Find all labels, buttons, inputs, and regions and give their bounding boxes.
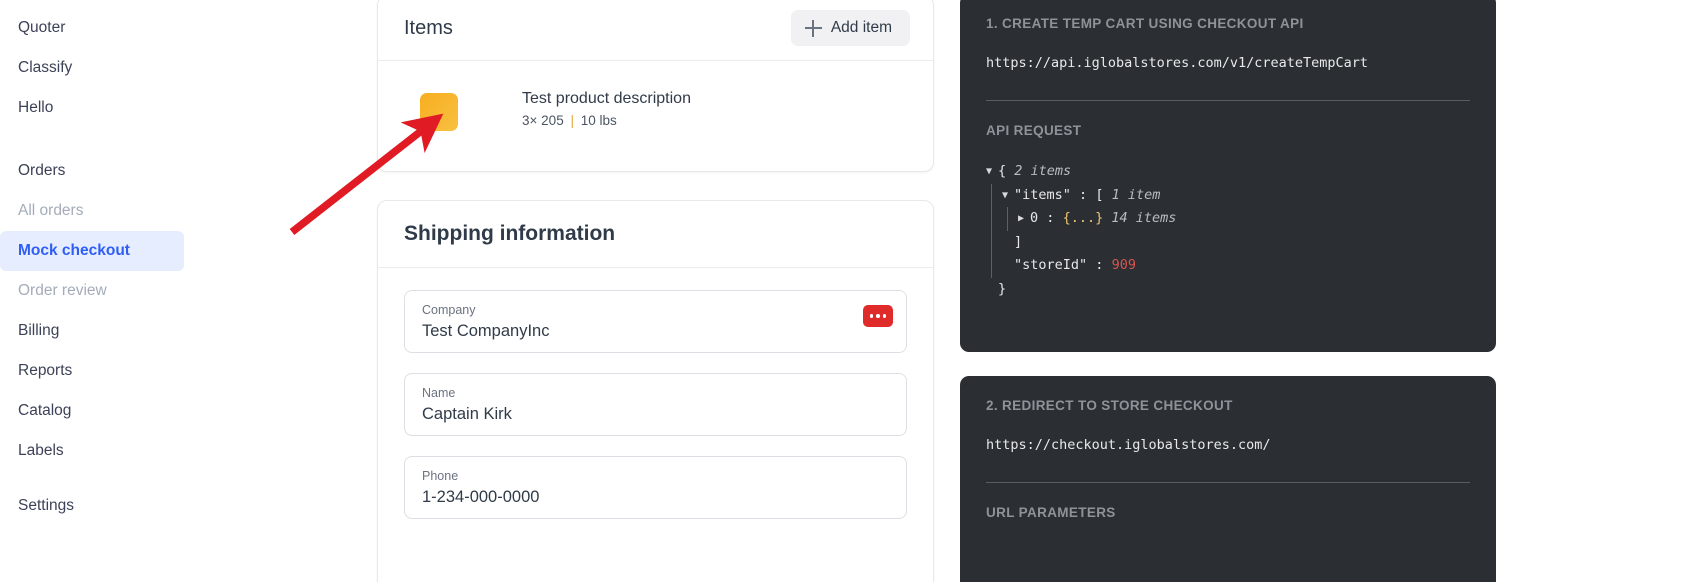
dot-icon — [869, 314, 874, 318]
json-children: ▼ "items" : [ 1 item ▶ 0: {...} 14 item… — [991, 183, 1470, 278]
plus-icon — [804, 19, 822, 37]
item-weight: 10 lbs — [580, 113, 617, 128]
json-tree-viewer: ▼ { 2 items ▼ "items" : [ 1 item ▶ 0: {… — [986, 160, 1470, 301]
api-request-subheading: API REQUEST — [986, 123, 1082, 138]
company-field[interactable]: Company Test CompanyInc — [404, 290, 907, 353]
sidebar-item-label: Mock checkout — [18, 242, 130, 259]
divider — [986, 482, 1470, 483]
name-field-label: Name — [422, 386, 456, 400]
item-text-block: Test product description 3× 205 | 10 lbs — [522, 89, 691, 128]
sidebar-item-quoter[interactable]: Quoter — [0, 8, 184, 48]
url-parameters-subheading: URL PARAMETERS — [986, 505, 1116, 520]
sidebar-item-label: Settings — [18, 497, 75, 514]
json-items-bracket: [ — [1095, 186, 1104, 203]
json-item-index: 0 — [1030, 210, 1039, 226]
json-item-count: 14 items — [1111, 210, 1177, 226]
sidebar-divider-gap-2 — [0, 471, 196, 486]
json-item-children: ▶ 0 : {...} 14 items — [1007, 207, 1470, 231]
sidebar-item-mock-checkout[interactable]: Mock checkout — [0, 231, 184, 271]
items-card: Items Add item Test product description … — [377, 0, 934, 172]
json-items-close-bracket: ] — [1014, 233, 1023, 250]
json-storeid-row: "storeId" : 909 — [1002, 254, 1470, 278]
shipping-card-body: Company Test CompanyInc Name Captain Kir… — [378, 268, 933, 519]
divider — [986, 100, 1470, 101]
json-storeid-key: "storeId" — [1014, 257, 1088, 273]
sidebar-item-order-review[interactable]: Order review — [0, 271, 184, 311]
sidebar-divider-gap — [0, 128, 196, 151]
sidebar-item-catalog[interactable]: Catalog — [0, 391, 184, 431]
company-field-label: Company — [422, 303, 476, 317]
json-storeid-value: 909 — [1111, 257, 1136, 273]
json-items-row[interactable]: ▼ "items" : [ 1 item — [1002, 184, 1470, 208]
api-step-1-url: https://api.iglobalstores.com/v1/createT… — [986, 55, 1369, 71]
chevron-down-icon[interactable]: ▼ — [1002, 184, 1014, 208]
sidebar-item-label: All orders — [18, 202, 84, 219]
chevron-right-icon[interactable]: ▶ — [1018, 207, 1030, 231]
sidebar-item-label: Billing — [18, 322, 60, 339]
item-row[interactable]: Test product description 3× 205 | 10 lbs — [378, 61, 933, 131]
json-root-close-brace: } — [998, 280, 1007, 297]
name-field-value: Captain Kirk — [422, 405, 512, 423]
api-step-2-heading: 2. REDIRECT TO STORE CHECKOUT — [986, 398, 1233, 413]
item-quantity: 3× — [522, 113, 538, 128]
add-item-label: Add item — [830, 19, 892, 36]
dot-icon — [882, 314, 887, 318]
api-step-2-url: https://checkout.iglobalstores.com/ — [986, 437, 1271, 453]
json-item-collapsed-object: {...} — [1062, 210, 1104, 226]
phone-field-value: 1-234-000-0000 — [422, 488, 540, 506]
dot-icon — [876, 314, 880, 318]
sidebar-item-label: Catalog — [18, 402, 72, 419]
json-root-brace: { — [998, 163, 1007, 179]
item-name: Test product description — [522, 90, 691, 107]
items-title: Items — [404, 16, 453, 39]
sidebar-item-label: Orders — [18, 162, 66, 179]
api-step-2-card: 2. REDIRECT TO STORE CHECKOUT https://ch… — [960, 376, 1496, 582]
json-root-row[interactable]: ▼ { 2 items — [986, 160, 1470, 184]
sidebar-item-hello[interactable]: Hello — [0, 88, 184, 128]
json-items-close-row: ] — [1002, 231, 1470, 255]
sidebar-item-label: Reports — [18, 362, 73, 379]
item-separator: | — [570, 113, 574, 128]
sidebar-item-label: Quoter — [18, 19, 66, 36]
api-step-1-card: 1. CREATE TEMP CART USING CHECKOUT API h… — [960, 0, 1496, 352]
chevron-down-icon[interactable]: ▼ — [986, 160, 998, 184]
phone-field[interactable]: Phone 1-234-000-0000 — [404, 456, 907, 519]
shipping-information-card: Shipping information Company Test Compan… — [377, 200, 934, 582]
name-field[interactable]: Name Captain Kirk — [404, 373, 907, 436]
json-item-0-row[interactable]: ▶ 0 : {...} 14 items — [1018, 207, 1470, 231]
sidebar-item-billing[interactable]: Billing — [0, 311, 184, 351]
sidebar-item-label: Hello — [18, 99, 54, 116]
sidebar-item-reports[interactable]: Reports — [0, 351, 184, 391]
json-storeid-colon: : — [1095, 257, 1104, 273]
sidebar-item-label: Classify — [18, 59, 73, 76]
json-root-count: 2 items — [1014, 163, 1072, 179]
api-steps-panel: 1. CREATE TEMP CART USING CHECKOUT API h… — [958, 0, 1706, 582]
sidebar-item-classify[interactable]: Classify — [0, 48, 184, 88]
sidebar-item-settings[interactable]: Settings — [0, 486, 184, 526]
item-price: 205 — [541, 113, 564, 128]
add-item-button[interactable]: Add item — [790, 10, 910, 46]
sidebar-item-label: Labels — [18, 442, 64, 459]
shipping-card-header: Shipping information — [378, 201, 933, 268]
shipping-title: Shipping information — [404, 222, 616, 245]
json-items-colon: : — [1079, 186, 1088, 203]
json-items-count: 1 item — [1111, 186, 1161, 203]
sidebar-item-orders[interactable]: Orders — [0, 151, 184, 191]
company-field-value: Test CompanyInc — [422, 322, 550, 340]
items-card-header: Items Add item — [378, 0, 933, 61]
json-items-key: "items" — [1014, 186, 1071, 203]
sidebar-item-label: Order review — [18, 282, 107, 299]
app-root: Quoter Classify Hello Orders All orders … — [0, 0, 1706, 582]
api-step-1-heading: 1. CREATE TEMP CART USING CHECKOUT API — [986, 16, 1304, 31]
sidebar: Quoter Classify Hello Orders All orders … — [0, 0, 196, 582]
sidebar-item-labels[interactable]: Labels — [0, 431, 184, 471]
item-thumbnail — [420, 93, 458, 131]
item-meta: 3× 205 | 10 lbs — [522, 113, 691, 128]
company-field-menu-badge[interactable] — [863, 305, 893, 327]
sidebar-item-all-orders[interactable]: All orders — [0, 191, 184, 231]
json-item-colon: : — [1046, 210, 1055, 226]
phone-field-label: Phone — [422, 469, 459, 483]
json-root-close-row: } — [986, 278, 1470, 302]
